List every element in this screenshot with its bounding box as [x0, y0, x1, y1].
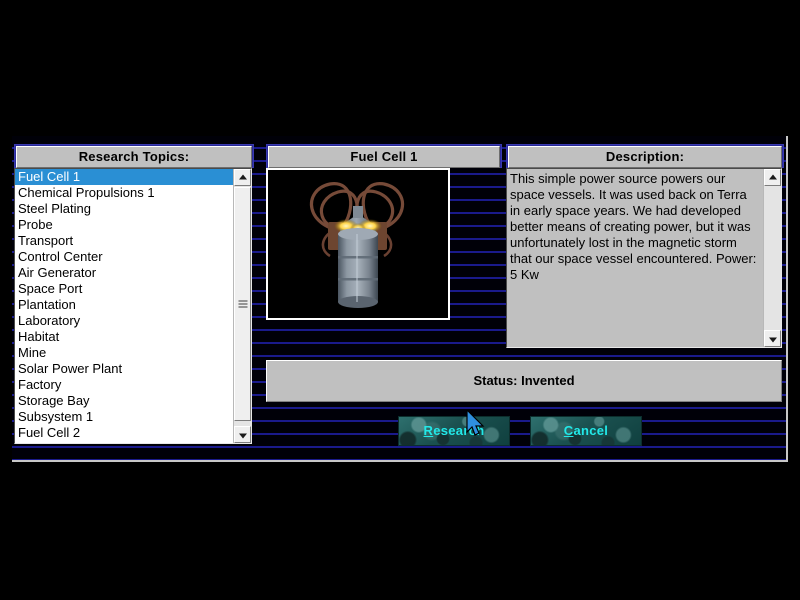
triangle-down-icon	[768, 337, 777, 342]
list-item[interactable]: Subsystem 1	[15, 409, 233, 425]
topics-scroll-thumb[interactable]	[234, 187, 251, 421]
research-topics-items[interactable]: Fuel Cell 1 Chemical Propulsions 1 Steel P…	[15, 169, 233, 443]
research-button-accel: R	[423, 423, 434, 438]
topics-header: Research Topics:	[16, 146, 252, 168]
research-button[interactable]: Research	[398, 416, 510, 446]
cancel-button-label: ancel	[573, 423, 609, 438]
grip-lines-icon	[238, 300, 247, 308]
cancel-button-accel: C	[563, 423, 574, 438]
list-item[interactable]: Fuel Cell 1	[15, 169, 233, 185]
list-item[interactable]: Fuel Cell 2	[15, 425, 233, 441]
list-item[interactable]: Habitat	[15, 329, 233, 345]
status-panel: Status: Invented	[266, 360, 782, 402]
list-item[interactable]: Solar Power Plant	[15, 361, 233, 377]
cancel-button[interactable]: Cancel	[530, 416, 642, 446]
topics-scroll-up-button[interactable]	[234, 169, 251, 186]
description-header-frame: Description:	[506, 144, 784, 168]
item-header-frame: Fuel Cell 1	[266, 144, 502, 168]
description-scrollbar[interactable]	[763, 169, 781, 347]
triangle-up-icon	[768, 174, 777, 179]
research-topics-listbox[interactable]: Fuel Cell 1 Chemical Propulsions 1 Steel P…	[14, 168, 252, 444]
description-scroll-up-button[interactable]	[764, 169, 781, 186]
list-item[interactable]: Steel Plating	[15, 201, 233, 217]
list-item[interactable]: Control Center	[15, 249, 233, 265]
list-item[interactable]: Laboratory	[15, 313, 233, 329]
list-item[interactable]: Plantation	[15, 297, 233, 313]
list-item[interactable]: Factory	[15, 377, 233, 393]
topics-scroll-down-button[interactable]	[234, 426, 251, 443]
topics-header-frame: Research Topics:	[14, 144, 254, 168]
triangle-down-icon	[238, 433, 247, 438]
research-button-label: esearch	[433, 423, 485, 438]
item-title-header: Fuel Cell 1	[268, 146, 500, 168]
topics-scrollbar[interactable]	[233, 169, 251, 443]
list-item[interactable]: Storage Bay	[15, 393, 233, 409]
triangle-up-icon	[238, 174, 247, 179]
fuel-cell-render	[268, 170, 448, 318]
game-screen: Research Topics: Fuel Cell 1 Description…	[0, 0, 800, 600]
list-item[interactable]: Space Port	[15, 281, 233, 297]
list-item[interactable]: Chemical Propulsions 1	[15, 185, 233, 201]
description-panel: This simple power source powers our spac…	[506, 168, 782, 348]
list-item[interactable]: Probe	[15, 217, 233, 233]
list-item[interactable]: Mine	[15, 345, 233, 361]
item-preview-panel	[266, 168, 450, 320]
list-item[interactable]: Air Generator	[15, 265, 233, 281]
description-scroll-down-button[interactable]	[764, 330, 781, 347]
description-text: This simple power source powers our spac…	[510, 171, 757, 282]
description-header: Description:	[508, 146, 782, 168]
list-item[interactable]: Transport	[15, 233, 233, 249]
